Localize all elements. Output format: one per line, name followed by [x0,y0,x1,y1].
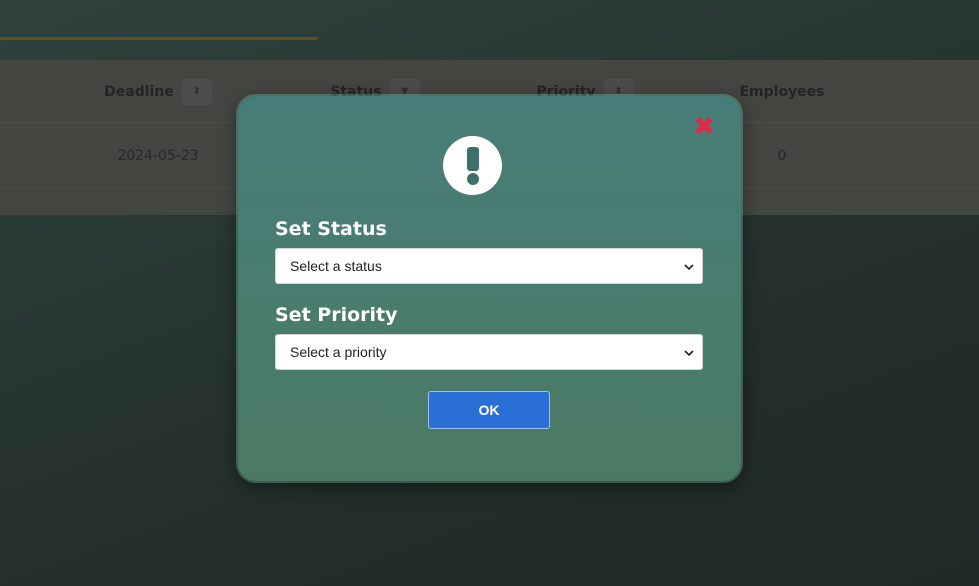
exclamation-glyph [466,146,479,185]
chevron-down-icon [684,344,694,360]
priority-label: Set Priority [275,304,398,326]
exclamation-icon [443,136,502,195]
set-status-priority-dialog: ✖ Set Status Select a status Set Priorit… [238,96,741,481]
priority-select[interactable]: Select a priority [275,334,703,370]
status-select[interactable]: Select a status [275,248,703,284]
status-label: Set Status [275,218,387,240]
close-icon[interactable]: ✖ [693,114,715,140]
ok-button[interactable]: OK [428,391,550,429]
priority-select-value: Select a priority [290,344,387,360]
status-select-value: Select a status [290,258,382,274]
chevron-down-icon [684,258,694,274]
